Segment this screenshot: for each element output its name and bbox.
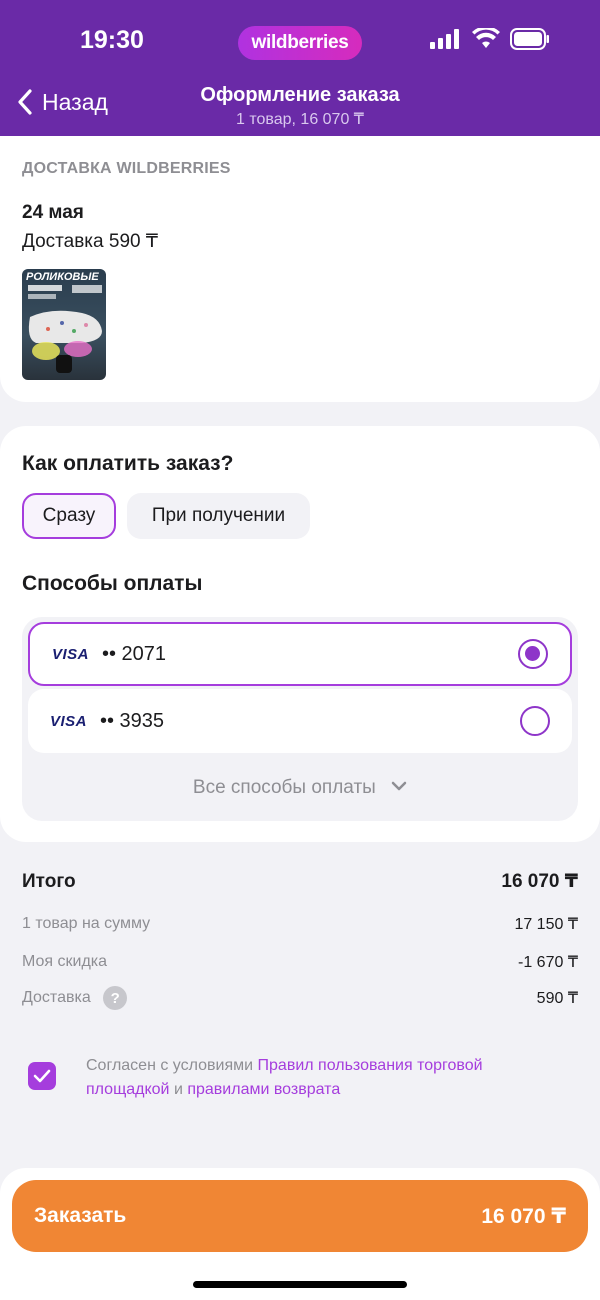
header: 19:30 wildberries Назад Оформление заказ… (0, 0, 600, 136)
radio-selected-icon[interactable] (518, 639, 548, 669)
discount-value: -1 670 ₸ (518, 954, 578, 971)
all-payment-methods-button[interactable]: Все способы оплаты (22, 777, 578, 799)
discount-label: Моя скидка (22, 953, 108, 970)
agreement-middle: и (169, 1081, 188, 1098)
page-subtitle: 1 товар, 16 070 ₸ (236, 111, 364, 128)
help-icon[interactable]: ? (103, 986, 128, 1010)
total-row: Итого 16 070 ₸ (22, 870, 578, 893)
return-policy-link[interactable]: правилами возврата (187, 1081, 340, 1098)
pay-on-delivery-chip[interactable]: При получении (127, 493, 310, 539)
wifi-icon (472, 28, 500, 48)
agreement-text: Согласен с условиями Правил пользования … (86, 1054, 556, 1102)
status-time: 19:30 (80, 26, 144, 54)
status-icons (430, 28, 550, 50)
visa-logo-icon: VISA (52, 645, 90, 663)
card-number: •• 3935 (100, 709, 165, 732)
product-thumbnail[interactable]: РОЛИКОВЫЕ (22, 269, 106, 380)
payment-card: Как оплатить заказ? Сразу При получении … (0, 426, 600, 842)
items-sum-value: 17 150 ₸ (514, 916, 578, 933)
radio-unselected-icon[interactable] (520, 706, 550, 736)
payment-methods-box: VISA •• 2071 VISA •• 3935 Все способы оп… (22, 617, 578, 821)
pay-now-chip[interactable]: Сразу (22, 493, 116, 539)
delivery-label: Доставка (22, 989, 91, 1007)
delivery-date: 24 мая (22, 202, 84, 223)
product-image (28, 285, 102, 373)
payment-method-card-2071[interactable]: VISA •• 2071 (28, 622, 572, 686)
battery-icon (510, 28, 549, 50)
agreement-checkbox[interactable] (28, 1062, 56, 1090)
bottom-bar: Заказать 16 070 ₸ (0, 1168, 600, 1300)
home-indicator (193, 1281, 407, 1288)
order-button-label: Заказать (34, 1204, 127, 1227)
payment-method-card-3935[interactable]: VISA •• 3935 (28, 689, 572, 753)
delivery-row: Доставка ? 590 ₸ (22, 986, 578, 1010)
checkmark-icon (33, 1069, 51, 1083)
signal-icon (430, 29, 459, 49)
total-value: 16 070 ₸ (501, 871, 578, 892)
all-methods-label: Все способы оплаты (192, 777, 376, 798)
title-block: Оформление заказа 1 товар, 16 070 ₸ (0, 84, 600, 129)
total-label: Итого (22, 870, 76, 892)
order-button-amount: 16 070 ₸ (481, 1204, 566, 1228)
discount-row: Моя скидка -1 670 ₸ (22, 952, 578, 972)
items-sum-label: 1 товар на сумму (22, 915, 151, 932)
brand-logo: wildberries (238, 26, 362, 60)
payment-methods-title: Способы оплаты (22, 572, 203, 595)
agreement-prefix: Согласен с условиями (86, 1057, 258, 1074)
delivery-cost: Доставка 590 ₸ (22, 231, 158, 252)
order-button[interactable]: Заказать 16 070 ₸ (12, 1180, 588, 1252)
delivery-caption: ДОСТАВКА WILDBERRIES (22, 160, 231, 177)
page-title: Оформление заказа (200, 84, 400, 106)
chevron-down-icon (391, 781, 407, 791)
card-number: •• 2071 (102, 642, 167, 665)
visa-logo-icon: VISA (50, 712, 88, 730)
product-thumb-title: РОЛИКОВЫЕ (26, 271, 99, 283)
delivery-card: ДОСТАВКА WILDBERRIES 24 мая Доставка 590… (0, 136, 600, 402)
delivery-value: 590 ₸ (536, 990, 578, 1007)
items-sum-row: 1 товар на сумму 17 150 ₸ (22, 914, 578, 934)
payment-question: Как оплатить заказ? (22, 452, 234, 475)
